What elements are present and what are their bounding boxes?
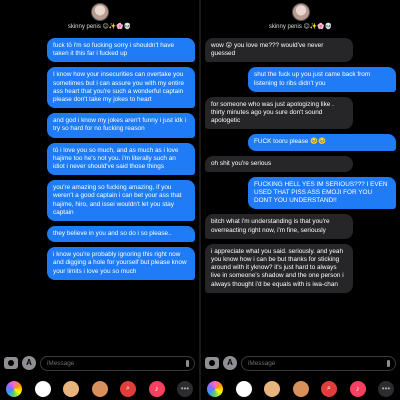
sent-message-bubble[interactable]: they believe in you and so do i so pleas… (47, 226, 195, 243)
conversation-header[interactable]: skinny penis 😊✨🌸💀 (201, 0, 400, 36)
sent-message-bubble[interactable]: FUCKING HELL YES IM SERIOUS??? I EVEN US… (248, 176, 396, 210)
compose-bar: A iMessage (0, 352, 199, 374)
music-icon[interactable]: ♪ (349, 381, 366, 397)
received-message-bubble[interactable]: i appreciate what you said. seriously. a… (205, 243, 353, 293)
app-store-icon[interactable]: A (22, 356, 36, 370)
sent-message-bubble[interactable]: I know how your insecurities can overtak… (47, 67, 195, 109)
music-icon[interactable]: ♪ (148, 381, 165, 397)
app-drawer: ⌕ ♪ ••• (0, 378, 199, 400)
received-message-bubble[interactable]: bitch what i'm understanding is that you… (205, 214, 353, 239)
sent-message-bubble[interactable]: shut the fuck up you just came back from… (248, 67, 396, 92)
camera-icon[interactable] (205, 357, 219, 369)
sent-message-bubble[interactable]: and god i know my jokes aren't funny i j… (47, 113, 195, 138)
compose-bar: A iMessage (201, 352, 400, 374)
microphone-icon[interactable] (387, 359, 390, 367)
apple-pay-icon[interactable] (235, 381, 252, 397)
sent-message-bubble[interactable]: i know you're probably ignoring this rig… (47, 247, 195, 280)
more-apps-icon[interactable]: ••• (177, 381, 193, 397)
search-icon[interactable]: ⌕ (321, 381, 337, 397)
sent-message-bubble[interactable]: tō i love you so much, and as much as i … (47, 142, 195, 176)
microphone-icon[interactable] (186, 359, 189, 367)
message-input[interactable]: iMessage (241, 355, 396, 371)
contact-name[interactable]: skinny penis 😊✨🌸💀 (201, 23, 400, 30)
sent-message-bubble[interactable]: fuck tō i'm so fucking sorry i shouldn't… (47, 38, 195, 63)
sent-message-bubble[interactable]: you're amazing so fucking amazing, if yo… (47, 180, 195, 222)
app-store-icon[interactable]: A (223, 356, 237, 370)
left-screenshot: skinny penis 😊✨🌸💀 fuck tō i'm so fucking… (0, 0, 199, 400)
sent-message-bubble[interactable]: FUCK tooru please 🥺🥺 (248, 134, 396, 151)
memoji-icon[interactable] (63, 381, 79, 397)
memoji-icon[interactable] (264, 381, 280, 397)
photos-app-icon[interactable] (6, 381, 22, 397)
search-icon[interactable]: ⌕ (120, 381, 136, 397)
memoji-icon[interactable] (91, 381, 108, 397)
camera-icon[interactable] (4, 357, 18, 369)
more-apps-icon[interactable]: ••• (378, 381, 394, 397)
received-message-bubble[interactable]: oh shit you're serious (205, 155, 353, 172)
contact-name[interactable]: skinny penis 😊✨🌸💀 (0, 23, 199, 30)
message-thread: wow 😮 you love me??? would've never gues… (201, 38, 400, 350)
received-message-bubble[interactable]: wow 😮 you love me??? would've never gues… (205, 38, 353, 63)
photos-app-icon[interactable] (207, 381, 223, 397)
received-message-bubble[interactable]: for someone who was just apologizing lik… (205, 96, 353, 130)
app-drawer: ⌕ ♪ ••• (201, 378, 400, 400)
message-input[interactable]: iMessage (40, 355, 195, 371)
conversation-header[interactable]: skinny penis 😊✨🌸💀 (0, 0, 199, 36)
right-screenshot: skinny penis 😊✨🌸💀 wow 😮 you love me??? w… (201, 0, 400, 400)
message-thread: fuck tō i'm so fucking sorry i shouldn't… (0, 38, 199, 350)
message-input-placeholder: iMessage (248, 359, 276, 367)
memoji-icon[interactable] (292, 381, 309, 397)
apple-pay-icon[interactable] (34, 381, 51, 397)
message-input-placeholder: iMessage (47, 359, 75, 367)
contact-avatar[interactable] (90, 3, 109, 21)
contact-avatar[interactable] (291, 3, 310, 21)
